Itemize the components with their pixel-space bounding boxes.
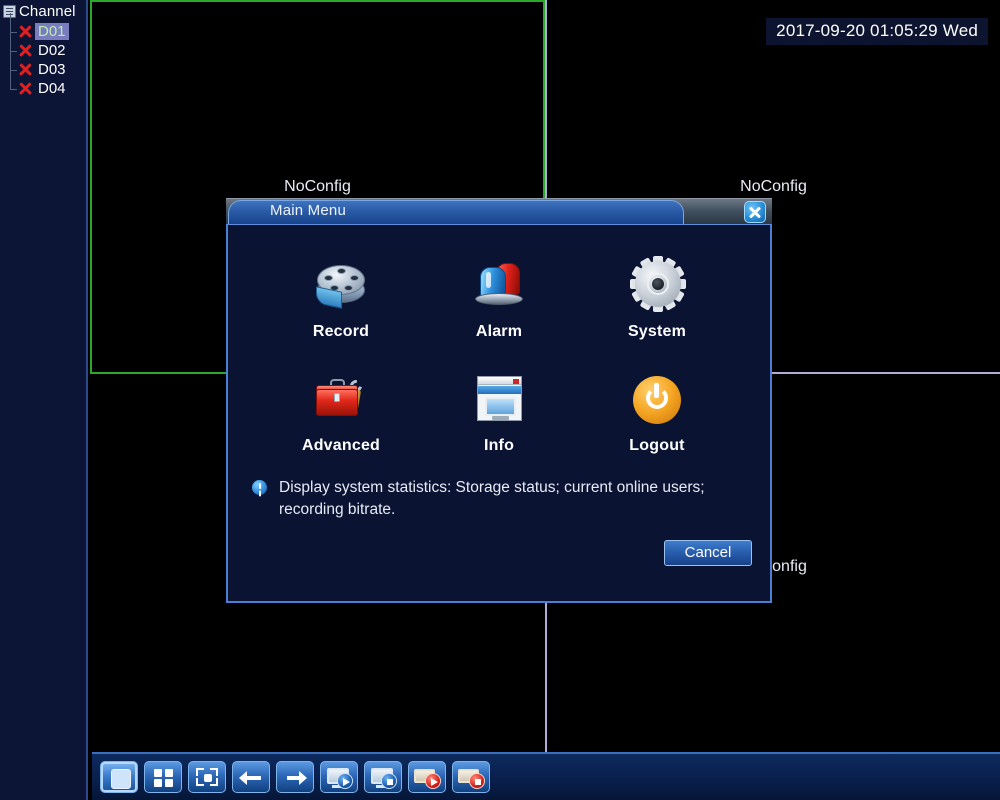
menu-item-advanced[interactable]: Advanced: [262, 369, 420, 455]
film-reel-icon: [310, 255, 372, 317]
fullscreen-button[interactable]: [188, 761, 226, 793]
menu-item-info[interactable]: Info: [420, 369, 578, 455]
hint-text: Display system statistics: Storage statu…: [279, 479, 705, 518]
page-title: Main Menu: [270, 202, 347, 219]
red-x-icon: [17, 23, 34, 40]
channel-list: D01 D02 D03 D04: [0, 13, 86, 98]
red-x-icon: [17, 42, 34, 59]
stop-tour-button[interactable]: [364, 761, 402, 793]
menu-item-label: Logout: [629, 437, 685, 454]
dvr-screen: Channel D01 D02 D03 D04 NoConfig NoConfi…: [0, 0, 1000, 800]
close-icon[interactable]: [744, 201, 766, 223]
dialog-body: Record Alarm System Advanced Info Logout…: [226, 224, 772, 603]
list-item[interactable]: D04: [8, 70, 86, 98]
red-x-icon: [17, 80, 34, 97]
menu-item-label: Record: [312, 323, 370, 340]
main-menu-dialog: Main Menu Record Alarm System Advanced I…: [226, 198, 772, 603]
list-item[interactable]: D01: [8, 13, 86, 41]
menu-item-logout[interactable]: Logout: [578, 369, 736, 455]
sidebar-item-label: D01: [35, 23, 69, 40]
channel-sidebar: Channel D01 D02 D03 D04: [0, 0, 88, 800]
hint-row: Display system statistics: Storage statu…: [252, 477, 750, 521]
monitor-window-icon: [468, 369, 530, 431]
channel-tree-title: Channel: [19, 3, 76, 20]
list-item[interactable]: D02: [8, 32, 86, 60]
osd-timestamp: 2017-09-20 01:05:29 Wed: [766, 18, 988, 45]
menu-item-label: Advanced: [301, 437, 381, 454]
cancel-button[interactable]: Cancel: [664, 540, 752, 566]
pane-status-text: NoConfig: [740, 178, 807, 195]
bottom-toolbar: [92, 752, 1000, 800]
info-icon: [252, 480, 267, 495]
sidebar-item-label: D03: [38, 61, 66, 78]
red-x-icon: [17, 61, 34, 78]
menu-item-label: System: [627, 323, 687, 340]
stop-record-button[interactable]: [452, 761, 490, 793]
menu-item-alarm[interactable]: Alarm: [420, 255, 578, 341]
menu-item-label: Info: [483, 437, 515, 454]
list-item[interactable]: D03: [8, 51, 86, 79]
channel-tree-header: Channel: [0, 0, 86, 22]
next-page-button[interactable]: [276, 761, 314, 793]
prev-page-button[interactable]: [232, 761, 270, 793]
menu-item-record[interactable]: Record: [262, 255, 420, 341]
start-record-button[interactable]: [408, 761, 446, 793]
start-tour-button[interactable]: [320, 761, 358, 793]
gear-icon: [626, 255, 688, 317]
menu-item-label: Alarm: [475, 323, 523, 340]
power-icon: [626, 369, 688, 431]
siren-icon: [468, 255, 530, 317]
toolbox-icon: [310, 369, 372, 431]
dialog-titlebar: Main Menu: [226, 198, 772, 225]
sidebar-item-label: D02: [38, 42, 66, 59]
main-menu-grid: Record Alarm System Advanced Info Logout: [262, 255, 736, 455]
single-view-button[interactable]: [100, 761, 138, 793]
menu-item-system[interactable]: System: [578, 255, 736, 341]
sidebar-item-label: D04: [38, 80, 66, 97]
quad-view-button[interactable]: [144, 761, 182, 793]
pane-status-text: NoConfig: [284, 178, 351, 195]
